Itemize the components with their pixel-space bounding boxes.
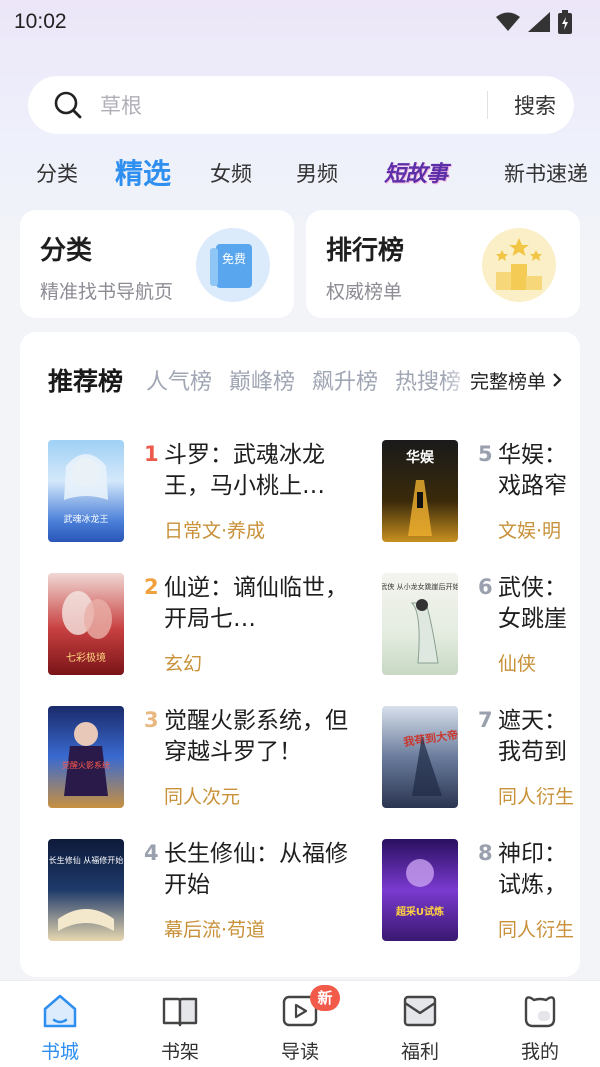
- nav-label: 书架: [160, 1041, 199, 1063]
- home-icon: [43, 994, 77, 1028]
- book-item[interactable]: 武魂冰龙王 1 斗罗：武魂冰龙王，马小桃上… 日常文·养成: [48, 440, 378, 550]
- new-badge: 新: [310, 985, 340, 1011]
- rank-number: 2: [144, 575, 159, 599]
- status-time: 10:02: [14, 10, 67, 33]
- book-item[interactable]: 武侠 从小龙女跳崖后开始 6 武侠： 女跳崖 仙侠: [382, 573, 580, 683]
- tab-short-story[interactable]: 短故事: [384, 156, 448, 188]
- nav-bookshelf[interactable]: 书架: [120, 991, 240, 1064]
- svg-text:武魂冰龙王: 武魂冰龙王: [63, 513, 108, 525]
- cellular-signal-icon: [528, 12, 550, 32]
- podium-icon: [482, 228, 556, 302]
- book-cover: 觉醒火影系统: [48, 706, 124, 808]
- rank-number: 8: [478, 841, 493, 865]
- book-title: 觉醒火影系统，但穿越斗罗了！: [164, 708, 348, 765]
- search-icon: [54, 91, 82, 119]
- book-cover: 华娱: [382, 440, 458, 542]
- rank-tab-recommend[interactable]: 推荐榜: [48, 362, 123, 398]
- rank-number: 7: [478, 708, 493, 732]
- tab-category[interactable]: 分类: [36, 158, 78, 188]
- book-title: 华娱： 戏路窄: [498, 442, 567, 499]
- gift-envelope-icon: [403, 995, 437, 1027]
- svg-text:长生修仙 从福修开始: 长生修仙 从福修开始: [49, 855, 124, 865]
- book-tag: 玄幻: [164, 653, 203, 675]
- bottom-nav: 书城 书架 新 导读 福利 我的: [0, 980, 600, 1067]
- nav-label: 我的: [520, 1041, 559, 1063]
- book-title: 仙逆：谪仙临世，开局七…: [164, 575, 348, 632]
- book-tag: 文娱·明: [498, 520, 562, 542]
- book-item[interactable]: 超采U试炼 8 神印： 试炼， 同人衍生: [382, 839, 580, 949]
- search-input[interactable]: 草根: [100, 90, 487, 120]
- book-item[interactable]: 我苟到大帝 7 遮天： 我苟到 同人衍生: [382, 706, 580, 816]
- full-rank-link[interactable]: 完整榜单: [443, 360, 580, 400]
- rank-number: 1: [144, 442, 159, 466]
- status-icons: [496, 10, 572, 34]
- book-item[interactable]: 长生修仙 从福修开始 4 长生修仙：从福修开始 幕后流·苟道: [48, 839, 378, 949]
- rank-tabs: 推荐榜 人气榜 巅峰榜 飙升榜 热搜榜 完整榜单: [20, 360, 580, 400]
- status-bar: 10:02: [0, 0, 600, 44]
- nav-mine[interactable]: 我的: [480, 991, 600, 1064]
- book-cover: 超采U试炼: [382, 839, 458, 941]
- book-free-icon: 免费: [196, 228, 270, 302]
- bookshelf-icon: [162, 997, 198, 1027]
- nav-welfare[interactable]: 福利: [360, 991, 480, 1064]
- rank-tab-peak[interactable]: 巅峰榜: [229, 364, 295, 396]
- nav-guide[interactable]: 新 导读: [240, 985, 360, 1064]
- rank-number: 6: [478, 575, 493, 599]
- book-tag: 同人次元: [164, 786, 241, 808]
- svg-text:华娱: 华娱: [406, 449, 435, 466]
- book-item[interactable]: 华娱 5 华娱： 戏路窄 文娱·明: [382, 440, 580, 550]
- book-cover: 我苟到大帝: [382, 706, 458, 808]
- book-title: 神印： 试炼，: [498, 841, 567, 898]
- svg-text:武侠 从小龙女跳崖后开始: 武侠 从小龙女跳崖后开始: [382, 582, 458, 591]
- book-tag: 同人衍生: [498, 919, 575, 941]
- book-cover: 武魂冰龙王: [48, 440, 124, 542]
- book-title: 斗罗：武魂冰龙王，马小桃上…: [164, 442, 325, 499]
- book-cover: 七彩极境: [48, 573, 124, 675]
- book-tag: 同人衍生: [498, 786, 575, 808]
- book-title: 武侠： 女跳崖: [498, 575, 567, 632]
- nav-label: 书城: [40, 1041, 79, 1063]
- ranking-card[interactable]: 排行榜 权威榜单: [306, 210, 580, 318]
- nav-bookstore[interactable]: 书城: [0, 991, 120, 1064]
- category-card[interactable]: 分类 精准找书导航页 免费: [20, 210, 294, 318]
- rank-number: 3: [144, 708, 159, 732]
- svg-text:免费: 免费: [222, 251, 246, 266]
- search-bar[interactable]: 草根 搜索: [28, 76, 574, 134]
- profile-icon: [524, 996, 556, 1028]
- full-rank-label: 完整榜单: [469, 370, 546, 393]
- tab-male[interactable]: 男频: [296, 158, 338, 188]
- svg-text:超采U试炼: 超采U试炼: [395, 905, 444, 918]
- rank-panel: 推荐榜 人气榜 巅峰榜 飙升榜 热搜榜 完整榜单 武魂冰龙王 1 斗罗：武魂冰龙…: [20, 332, 580, 977]
- svg-text:觉醒火影系统: 觉醒火影系统: [62, 760, 110, 770]
- svg-text:七彩极境: 七彩极境: [66, 651, 106, 664]
- battery-icon: [558, 10, 572, 34]
- chevron-right-icon: [553, 373, 562, 387]
- book-title: 遮天： 我苟到: [498, 708, 567, 765]
- tab-new-books[interactable]: 新书速递: [504, 158, 588, 188]
- search-divider: [487, 91, 488, 119]
- wifi-icon: [496, 12, 520, 31]
- search-button[interactable]: 搜索: [514, 90, 556, 120]
- book-item[interactable]: 觉醒火影系统 3 觉醒火影系统，但穿越斗罗了！ 同人次元: [48, 706, 378, 816]
- nav-label: 福利: [400, 1041, 439, 1063]
- rank-number: 4: [144, 841, 159, 865]
- category-tabs: 分类 精选 女频 男频 短故事 新书速递: [0, 150, 600, 194]
- tab-featured[interactable]: 精选: [115, 152, 171, 192]
- nav-label: 导读: [280, 1041, 319, 1063]
- tab-female[interactable]: 女频: [210, 158, 252, 188]
- rank-tab-rising[interactable]: 飙升榜: [312, 364, 378, 396]
- book-item[interactable]: 七彩极境 2 仙逆：谪仙临世，开局七… 玄幻: [48, 573, 378, 683]
- book-tag: 幕后流·苟道: [164, 919, 266, 941]
- book-cover: 长生修仙 从福修开始: [48, 839, 124, 941]
- book-title: 长生修仙：从福修开始: [164, 841, 348, 898]
- book-tag: 仙侠: [498, 653, 537, 675]
- book-tag: 日常文·养成: [164, 520, 266, 542]
- rank-tab-popular[interactable]: 人气榜: [146, 364, 212, 396]
- rank-number: 5: [478, 442, 493, 466]
- svg-text:我苟到大帝: 我苟到大帝: [402, 727, 458, 749]
- book-cover: 武侠 从小龙女跳崖后开始: [382, 573, 458, 675]
